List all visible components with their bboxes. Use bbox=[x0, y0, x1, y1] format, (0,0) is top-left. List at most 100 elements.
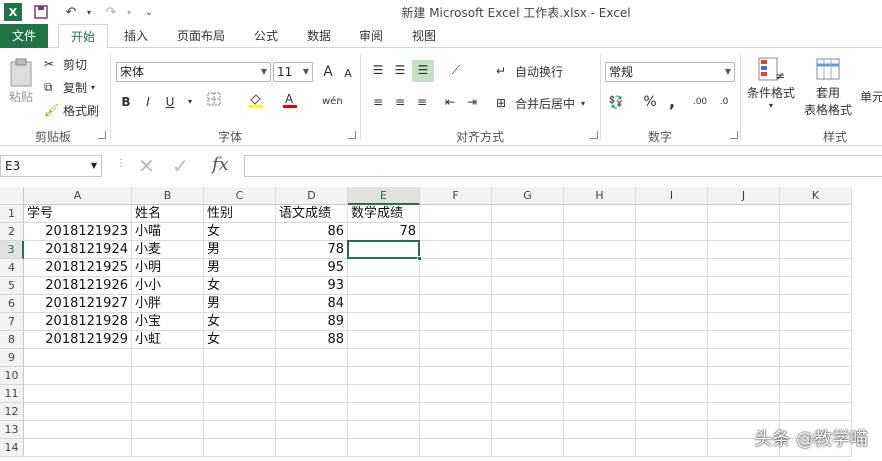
cell-B4[interactable]: 小明 bbox=[132, 259, 204, 277]
clipboard-launcher[interactable] bbox=[98, 131, 106, 139]
insert-function-icon[interactable]: fx bbox=[212, 154, 229, 175]
row-header-14[interactable]: 14 bbox=[0, 439, 24, 457]
formula-bar-resize-icon[interactable]: ⋮ bbox=[116, 158, 126, 169]
column-header-A[interactable]: A bbox=[24, 187, 132, 205]
cell-styles-button[interactable]: 单元 bbox=[860, 88, 882, 105]
row-header-2[interactable]: 2 bbox=[0, 223, 24, 241]
row-header-3[interactable]: 3 bbox=[0, 241, 24, 259]
cell-D11[interactable] bbox=[276, 385, 348, 403]
cell-I9[interactable] bbox=[636, 349, 708, 367]
cell-E2[interactable]: 78 bbox=[348, 223, 420, 241]
cell-I13[interactable] bbox=[636, 421, 708, 439]
cell-A10[interactable] bbox=[24, 367, 132, 385]
orientation-icon[interactable]: ⟋ bbox=[446, 60, 466, 80]
cell-C1[interactable]: 性别 bbox=[204, 205, 276, 223]
cell-I12[interactable] bbox=[636, 403, 708, 421]
cell-J7[interactable] bbox=[708, 313, 780, 331]
cell-G8[interactable] bbox=[492, 331, 564, 349]
cell-G4[interactable] bbox=[492, 259, 564, 277]
cell-F9[interactable] bbox=[420, 349, 492, 367]
cell-C4[interactable]: 男 bbox=[204, 259, 276, 277]
cell-G11[interactable] bbox=[492, 385, 564, 403]
cut-button[interactable]: ✂ 剪切 bbox=[44, 56, 87, 73]
cell-I2[interactable] bbox=[636, 223, 708, 241]
cell-H6[interactable] bbox=[564, 295, 636, 313]
cell-A12[interactable] bbox=[24, 403, 132, 421]
cell-H11[interactable] bbox=[564, 385, 636, 403]
cell-K11[interactable] bbox=[780, 385, 852, 403]
cell-I5[interactable] bbox=[636, 277, 708, 295]
cell-I10[interactable] bbox=[636, 367, 708, 385]
increase-decimal-icon[interactable]: .00 bbox=[690, 92, 710, 112]
cell-E9[interactable] bbox=[348, 349, 420, 367]
cell-I6[interactable] bbox=[636, 295, 708, 313]
cell-A11[interactable] bbox=[24, 385, 132, 403]
cell-A3[interactable]: 2018121924 bbox=[24, 241, 132, 259]
align-top-icon[interactable]: ☰ bbox=[368, 60, 388, 80]
phonetic-guide-icon[interactable]: wén bbox=[322, 92, 343, 112]
cell-K9[interactable] bbox=[780, 349, 852, 367]
merge-center-button[interactable]: ⊞ 合并后居中 ▾ bbox=[496, 95, 585, 112]
tab-review[interactable]: 审阅 bbox=[349, 24, 393, 48]
cell-H3[interactable] bbox=[564, 241, 636, 259]
cell-K7[interactable] bbox=[780, 313, 852, 331]
cell-G2[interactable] bbox=[492, 223, 564, 241]
cell-E10[interactable] bbox=[348, 367, 420, 385]
cell-B6[interactable]: 小胖 bbox=[132, 295, 204, 313]
decrease-decimal-icon[interactable]: .0 bbox=[714, 92, 734, 112]
formula-input[interactable] bbox=[244, 155, 882, 177]
cell-I7[interactable] bbox=[636, 313, 708, 331]
cell-I14[interactable] bbox=[636, 439, 708, 457]
select-all-corner[interactable] bbox=[0, 187, 24, 205]
cell-F6[interactable] bbox=[420, 295, 492, 313]
row-header-9[interactable]: 9 bbox=[0, 349, 24, 367]
cell-C8[interactable]: 女 bbox=[204, 331, 276, 349]
cell-I11[interactable] bbox=[636, 385, 708, 403]
cell-E3[interactable] bbox=[348, 241, 420, 259]
cell-B7[interactable]: 小宝 bbox=[132, 313, 204, 331]
cell-C13[interactable] bbox=[204, 421, 276, 439]
cell-K8[interactable] bbox=[780, 331, 852, 349]
cell-E13[interactable] bbox=[348, 421, 420, 439]
cell-K3[interactable] bbox=[780, 241, 852, 259]
increase-indent-icon[interactable]: ⇥ bbox=[462, 92, 482, 112]
tab-page-layout[interactable]: 页面布局 bbox=[170, 24, 232, 48]
cell-K4[interactable] bbox=[780, 259, 852, 277]
cell-H1[interactable] bbox=[564, 205, 636, 223]
format-as-table-button[interactable]: 套用 表格格式 bbox=[800, 56, 856, 118]
cell-F7[interactable] bbox=[420, 313, 492, 331]
percent-button[interactable]: % bbox=[640, 92, 660, 112]
font-name-select[interactable]: 宋体 ▼ bbox=[116, 62, 271, 82]
cell-G6[interactable] bbox=[492, 295, 564, 313]
column-header-B[interactable]: B bbox=[132, 187, 204, 205]
cell-C7[interactable]: 女 bbox=[204, 313, 276, 331]
comma-button[interactable]: , bbox=[662, 92, 682, 112]
cell-C9[interactable] bbox=[204, 349, 276, 367]
cell-J2[interactable] bbox=[708, 223, 780, 241]
row-header-10[interactable]: 10 bbox=[0, 367, 24, 385]
cell-B13[interactable] bbox=[132, 421, 204, 439]
column-header-D[interactable]: D bbox=[276, 187, 348, 205]
row-header-6[interactable]: 6 bbox=[0, 295, 24, 313]
cell-D6[interactable]: 84 bbox=[276, 295, 348, 313]
cell-F1[interactable] bbox=[420, 205, 492, 223]
cell-J8[interactable] bbox=[708, 331, 780, 349]
cell-E6[interactable] bbox=[348, 295, 420, 313]
row-header-12[interactable]: 12 bbox=[0, 403, 24, 421]
cell-G7[interactable] bbox=[492, 313, 564, 331]
row-header-7[interactable]: 7 bbox=[0, 313, 24, 331]
cell-J11[interactable] bbox=[708, 385, 780, 403]
cell-D4[interactable]: 95 bbox=[276, 259, 348, 277]
underline-dropdown-icon[interactable]: ▾ bbox=[180, 92, 200, 112]
conditional-formatting-button[interactable]: ≠ 条件格式 ▾ bbox=[745, 56, 797, 110]
row-header-8[interactable]: 8 bbox=[0, 331, 24, 349]
column-header-K[interactable]: K bbox=[780, 187, 852, 205]
cell-H8[interactable] bbox=[564, 331, 636, 349]
cell-E11[interactable] bbox=[348, 385, 420, 403]
align-right-icon[interactable]: ≡ bbox=[412, 92, 432, 112]
cell-B3[interactable]: 小麦 bbox=[132, 241, 204, 259]
font-launcher[interactable] bbox=[348, 131, 356, 139]
cell-D2[interactable]: 86 bbox=[276, 223, 348, 241]
column-header-C[interactable]: C bbox=[204, 187, 276, 205]
cell-C11[interactable] bbox=[204, 385, 276, 403]
